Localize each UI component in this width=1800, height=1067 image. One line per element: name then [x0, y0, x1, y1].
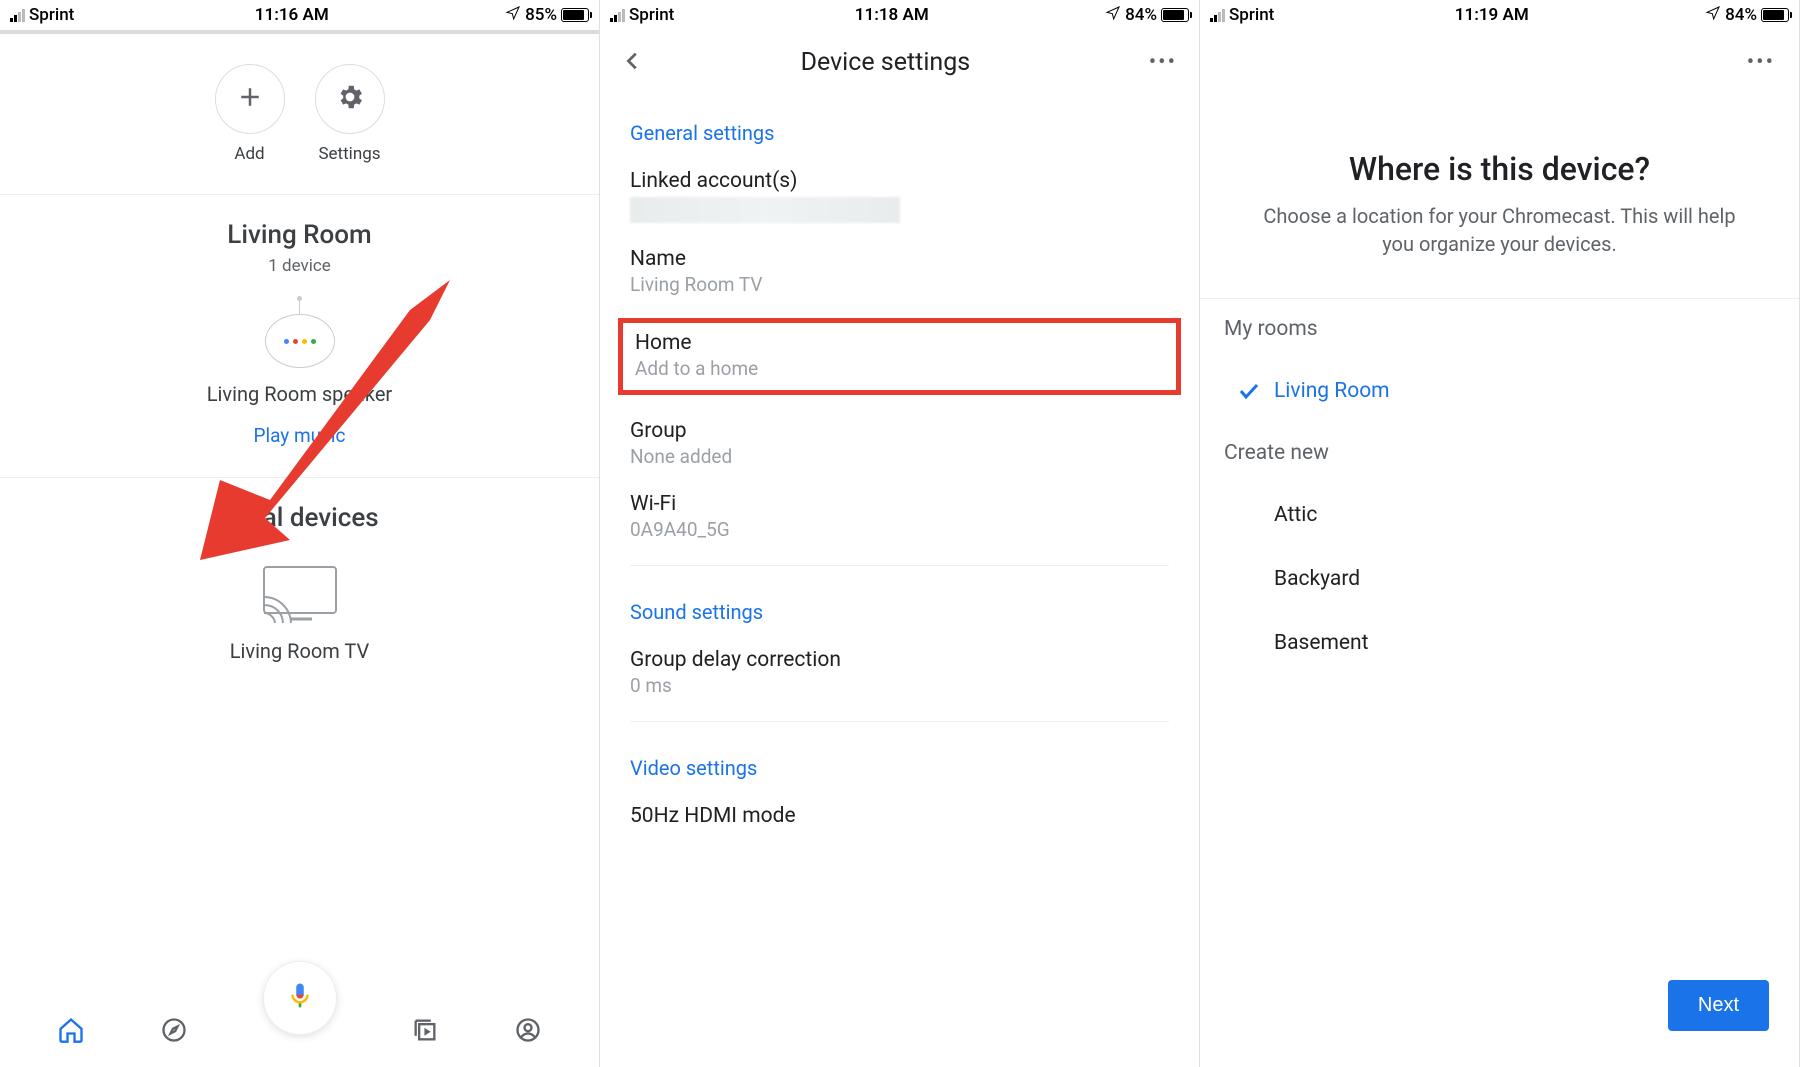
section-create-new: Create new	[1200, 423, 1799, 483]
group-label: Group	[630, 419, 1169, 443]
battery-icon	[561, 8, 589, 22]
battery-percent: 84%	[1125, 5, 1157, 25]
status-bar: Sprint 11:18 AM 84%	[600, 0, 1199, 30]
cell-signal-icon	[610, 9, 625, 22]
checkmark-icon	[1224, 379, 1274, 403]
location-icon	[505, 5, 521, 26]
linked-accounts-label: Linked account(s)	[630, 169, 1169, 193]
room-device-count: 1 device	[0, 256, 599, 276]
room-option-attic[interactable]: Attic	[1200, 483, 1799, 547]
nav-home[interactable]	[57, 1016, 85, 1048]
battery-percent: 85%	[525, 5, 557, 25]
room-option-basement[interactable]: Basement	[1200, 611, 1799, 675]
add-button[interactable]: Add	[215, 64, 285, 164]
chromecast-device[interactable]: Living Room TV	[0, 563, 599, 663]
setting-name[interactable]: Name Living Room TV	[630, 247, 1169, 296]
page-title: Device settings	[622, 48, 1149, 77]
local-devices-title: Local devices	[0, 503, 599, 533]
section-my-rooms: My rooms	[1200, 298, 1799, 359]
group-value: None added	[630, 445, 1169, 468]
setting-hdmi-mode[interactable]: 50Hz HDMI mode	[630, 804, 1169, 828]
setting-linked-accounts[interactable]: Linked account(s)	[630, 169, 1169, 223]
chromecast-icon	[260, 563, 340, 627]
status-bar: Sprint 11:16 AM 85%	[0, 0, 599, 30]
wifi-value: 0A9A40_5G	[630, 518, 1169, 541]
divider	[630, 565, 1169, 566]
settings-button[interactable]: Settings	[315, 64, 385, 164]
home-label: Home	[635, 331, 1164, 355]
delay-label: Group delay correction	[630, 648, 1169, 672]
more-menu-button[interactable]: •••	[1747, 50, 1775, 75]
battery-icon	[1761, 8, 1789, 22]
cell-signal-icon	[1210, 9, 1225, 22]
name-label: Name	[630, 247, 1169, 271]
status-bar: Sprint 11:19 AM 84%	[1200, 0, 1799, 30]
location-icon	[1105, 5, 1121, 26]
setting-wifi[interactable]: Wi-Fi 0A9A40_5G	[630, 492, 1169, 541]
hdmi-label: 50Hz HDMI mode	[630, 804, 1169, 828]
room-title: Living Room	[0, 220, 599, 250]
add-label: Add	[234, 144, 264, 164]
page-subheading: Choose a location for your Chromecast. T…	[1250, 202, 1749, 258]
battery-percent: 84%	[1725, 5, 1757, 25]
pane-device-settings: Sprint 11:18 AM 84% Device settings ••• …	[600, 0, 1200, 1067]
bottom-nav	[0, 997, 599, 1067]
settings-label: Settings	[318, 144, 380, 164]
room-option-living-room[interactable]: Living Room	[1200, 359, 1799, 423]
section-video-settings: Video settings	[630, 756, 1169, 780]
nav-media[interactable]	[411, 1016, 439, 1048]
nav-discover[interactable]	[160, 1016, 188, 1048]
carrier-label: Sprint	[29, 5, 74, 25]
wifi-label: Wi-Fi	[630, 492, 1169, 516]
page-heading: Where is this device?	[1250, 150, 1749, 188]
divider	[630, 721, 1169, 722]
setting-group[interactable]: Group None added	[630, 419, 1169, 468]
gear-icon	[335, 82, 365, 116]
status-time: 11:16 AM	[255, 5, 329, 25]
header-divider	[0, 30, 599, 34]
linked-account-value-redacted	[630, 197, 900, 223]
setting-home-highlighted[interactable]: Home Add to a home	[618, 318, 1181, 395]
pane-choose-room: Sprint 11:19 AM 84% ••• Where is this de…	[1200, 0, 1800, 1067]
room-option-label: Living Room	[1274, 379, 1390, 403]
carrier-label: Sprint	[629, 5, 674, 25]
play-music-link[interactable]: Play music	[0, 424, 599, 447]
tv-label: Living Room TV	[230, 639, 370, 663]
delay-value: 0 ms	[630, 674, 1169, 697]
google-home-icon	[265, 314, 335, 368]
status-time: 11:18 AM	[855, 5, 929, 25]
room-option-label: Backyard	[1274, 567, 1360, 591]
speaker-device[interactable]: Living Room speaker	[0, 296, 599, 406]
cell-signal-icon	[10, 9, 25, 22]
next-button[interactable]: Next	[1668, 980, 1769, 1031]
carrier-label: Sprint	[1229, 5, 1274, 25]
room-option-backyard[interactable]: Backyard	[1200, 547, 1799, 611]
location-icon	[1705, 5, 1721, 26]
more-menu-button[interactable]: •••	[1149, 50, 1177, 75]
plus-icon	[235, 82, 265, 116]
home-value: Add to a home	[635, 357, 1164, 380]
name-value: Living Room TV	[630, 273, 1169, 296]
room-option-label: Attic	[1274, 503, 1317, 527]
setting-group-delay[interactable]: Group delay correction 0 ms	[630, 648, 1169, 697]
battery-icon	[1161, 8, 1189, 22]
pane-home: Sprint 11:16 AM 85% Add Settings Living …	[0, 0, 600, 1067]
nav-account[interactable]	[514, 1016, 542, 1048]
room-option-label: Basement	[1274, 631, 1369, 655]
section-sound-settings: Sound settings	[630, 600, 1169, 624]
speaker-label: Living Room speaker	[207, 382, 392, 406]
status-time: 11:19 AM	[1455, 5, 1529, 25]
section-general-settings: General settings	[630, 121, 1169, 145]
